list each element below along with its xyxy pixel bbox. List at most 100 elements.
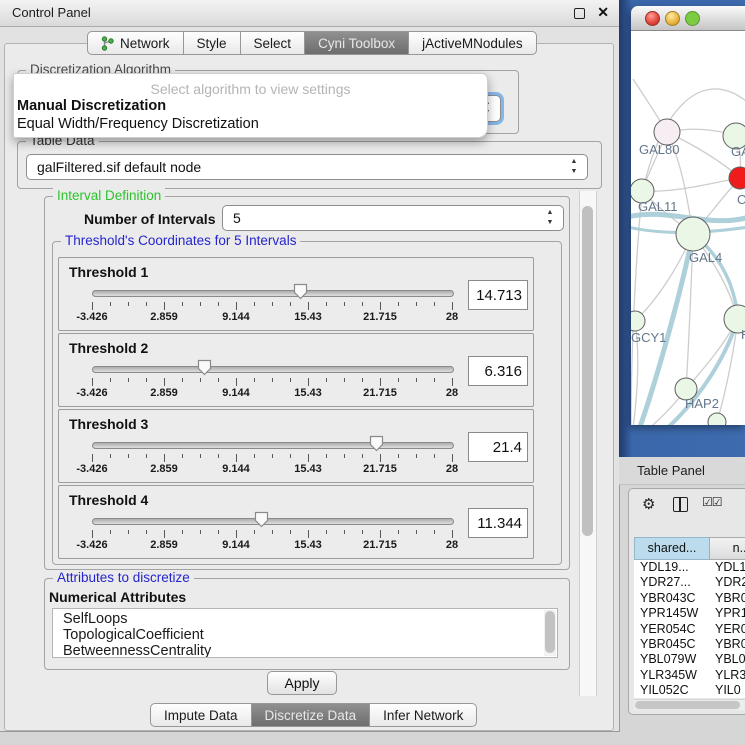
table-row[interactable]: YBL079WYBL0 — [634, 652, 745, 667]
number-of-intervals-combobox[interactable]: 5 ▲▼ — [222, 205, 564, 231]
threshold-slider-track[interactable] — [92, 366, 454, 373]
table-row[interactable]: YDL19...YDL1 — [634, 560, 745, 575]
table-row[interactable]: YBR045CYBR0 — [634, 637, 745, 652]
slider-tick — [344, 378, 345, 382]
tab-style-label: Style — [197, 36, 227, 51]
slider-tick — [146, 454, 147, 458]
threshold-label: Threshold 2 — [69, 340, 148, 356]
network-node[interactable] — [708, 413, 726, 425]
attribute-list-item[interactable]: BetweennessCentrality — [53, 643, 557, 658]
slider-tick — [434, 302, 435, 306]
threshold-value-input[interactable] — [468, 508, 528, 538]
slider-tick — [236, 530, 237, 538]
slider-tick — [416, 530, 417, 534]
close-traffic-light[interactable] — [645, 11, 660, 26]
interval-definition-group-label: Interval Definition — [53, 188, 165, 203]
network-node-label: H — [741, 327, 745, 342]
table-panel-title: Table Panel — [637, 457, 705, 484]
tab-impute-data[interactable]: Impute Data — [150, 703, 252, 727]
algorithm-option-equal-width[interactable]: Equal Width/Frequency Discretization — [17, 116, 259, 132]
network-window-titlebar[interactable] — [631, 6, 745, 31]
slider-tick — [146, 530, 147, 534]
table-row[interactable]: YDR27...YDR2 — [634, 575, 745, 590]
threshold-slider-track[interactable] — [92, 290, 454, 297]
slider-tick — [380, 454, 381, 462]
threshold-slider-thumb[interactable] — [254, 511, 269, 528]
threshold-slider-track[interactable] — [92, 518, 454, 525]
network-canvas[interactable]: GAL80GACGAL11GAL4GCY1HHAP2 — [631, 31, 745, 425]
split-columns-icon[interactable] — [673, 497, 688, 512]
slider-tick — [92, 302, 93, 310]
network-node-label: GCY1 — [631, 330, 666, 345]
stepper-icon: ▲▼ — [545, 208, 555, 228]
table-cell: YBL079W — [640, 652, 710, 666]
network-node-label: GAL4 — [689, 250, 722, 265]
table-row[interactable]: YER054CYER0 — [634, 622, 745, 637]
threshold-value-input[interactable] — [468, 280, 528, 310]
table-row[interactable]: YLR345WYLR3 — [634, 668, 745, 683]
close-icon[interactable]: ✕ — [597, 4, 609, 21]
gear-icon[interactable]: ⚙ — [642, 495, 655, 513]
slider-tick-label: 15.43 — [283, 387, 333, 399]
network-node-label: C — [737, 192, 745, 207]
threshold-slider-track[interactable] — [92, 442, 454, 449]
tab-discretize-data[interactable]: Discretize Data — [251, 703, 371, 727]
slider-tick-label: 2.859 — [139, 539, 189, 551]
checkbox-columns-icon[interactable]: ☑☑ — [702, 495, 722, 509]
threshold-slider-thumb[interactable] — [197, 359, 212, 376]
column-header-name[interactable]: n... — [709, 537, 745, 560]
table-cell: YER054C — [640, 622, 710, 636]
tab-infer-network-label: Infer Network — [383, 708, 463, 723]
tab-cyni-toolbox[interactable]: Cyni Toolbox — [304, 31, 409, 55]
table-row[interactable]: YBR043CYBR0 — [634, 591, 745, 606]
slider-tick — [182, 302, 183, 306]
slider-tick — [344, 454, 345, 458]
tab-jactivemnodules[interactable]: jActiveMNodules — [408, 31, 537, 55]
table-data-group: Table Data galFiltered.sif default node … — [17, 141, 602, 189]
network-node[interactable] — [631, 311, 645, 331]
attributes-list-scrollbar[interactable] — [544, 610, 556, 656]
float-window-icon[interactable] — [574, 8, 585, 19]
table-cell: YBR0 — [715, 591, 745, 605]
threshold-slider-thumb[interactable] — [369, 435, 384, 452]
table-data-combobox[interactable]: galFiltered.sif default node ▲▼ — [26, 154, 588, 180]
threshold-slider-thumb[interactable] — [293, 283, 308, 300]
apply-button[interactable]: Apply — [267, 671, 337, 695]
network-node-label: GA — [731, 144, 745, 159]
tab-style[interactable]: Style — [183, 31, 241, 55]
minimize-traffic-light[interactable] — [665, 11, 680, 26]
main-vertical-scrollbar[interactable] — [579, 191, 597, 696]
threshold-value-input[interactable] — [468, 356, 528, 386]
slider-tick — [164, 454, 165, 462]
slider-tick-label: 21.715 — [355, 311, 405, 323]
attribute-list-item[interactable]: TopologicalCoefficient — [53, 627, 557, 643]
tab-infer-network[interactable]: Infer Network — [369, 703, 477, 727]
slider-tick — [236, 454, 237, 462]
table-horizontal-scrollbar[interactable] — [634, 699, 745, 710]
network-node[interactable] — [676, 217, 710, 251]
numerical-attributes-list[interactable]: SelfLoopsTopologicalCoefficientBetweenne… — [52, 608, 558, 658]
slider-tick — [236, 378, 237, 386]
algorithm-dropdown-popup: Select algorithm to view settings Manual… — [13, 73, 488, 138]
slider-tick-label: 28 — [427, 311, 477, 323]
slider-tick — [218, 378, 219, 382]
slider-tick-label: 9.144 — [211, 463, 261, 475]
table-cell: YDL1 — [715, 560, 745, 574]
algorithm-option-manual[interactable]: Manual Discretization — [17, 98, 166, 114]
slider-tick — [344, 530, 345, 534]
slider-tick — [362, 302, 363, 306]
slider-tick — [128, 454, 129, 458]
zoom-traffic-light[interactable] — [685, 11, 700, 26]
tab-discretize-data-label: Discretize Data — [265, 708, 357, 723]
slider-tick-label: 28 — [427, 387, 477, 399]
table-row[interactable]: YPR145WYPR1 — [634, 606, 745, 621]
tab-network[interactable]: Network — [87, 31, 184, 55]
tab-impute-data-label: Impute Data — [164, 708, 238, 723]
stepper-icon: ▲▼ — [569, 157, 579, 177]
column-header-shared[interactable]: shared... — [634, 537, 710, 560]
attribute-list-item[interactable]: SelfLoops — [53, 611, 557, 627]
control-panel-titlebar: Control Panel ✕ — [0, 0, 619, 27]
tab-select[interactable]: Select — [240, 31, 306, 55]
table-row[interactable]: YIL052CYIL0 — [634, 683, 745, 698]
threshold-value-input[interactable] — [468, 432, 528, 462]
